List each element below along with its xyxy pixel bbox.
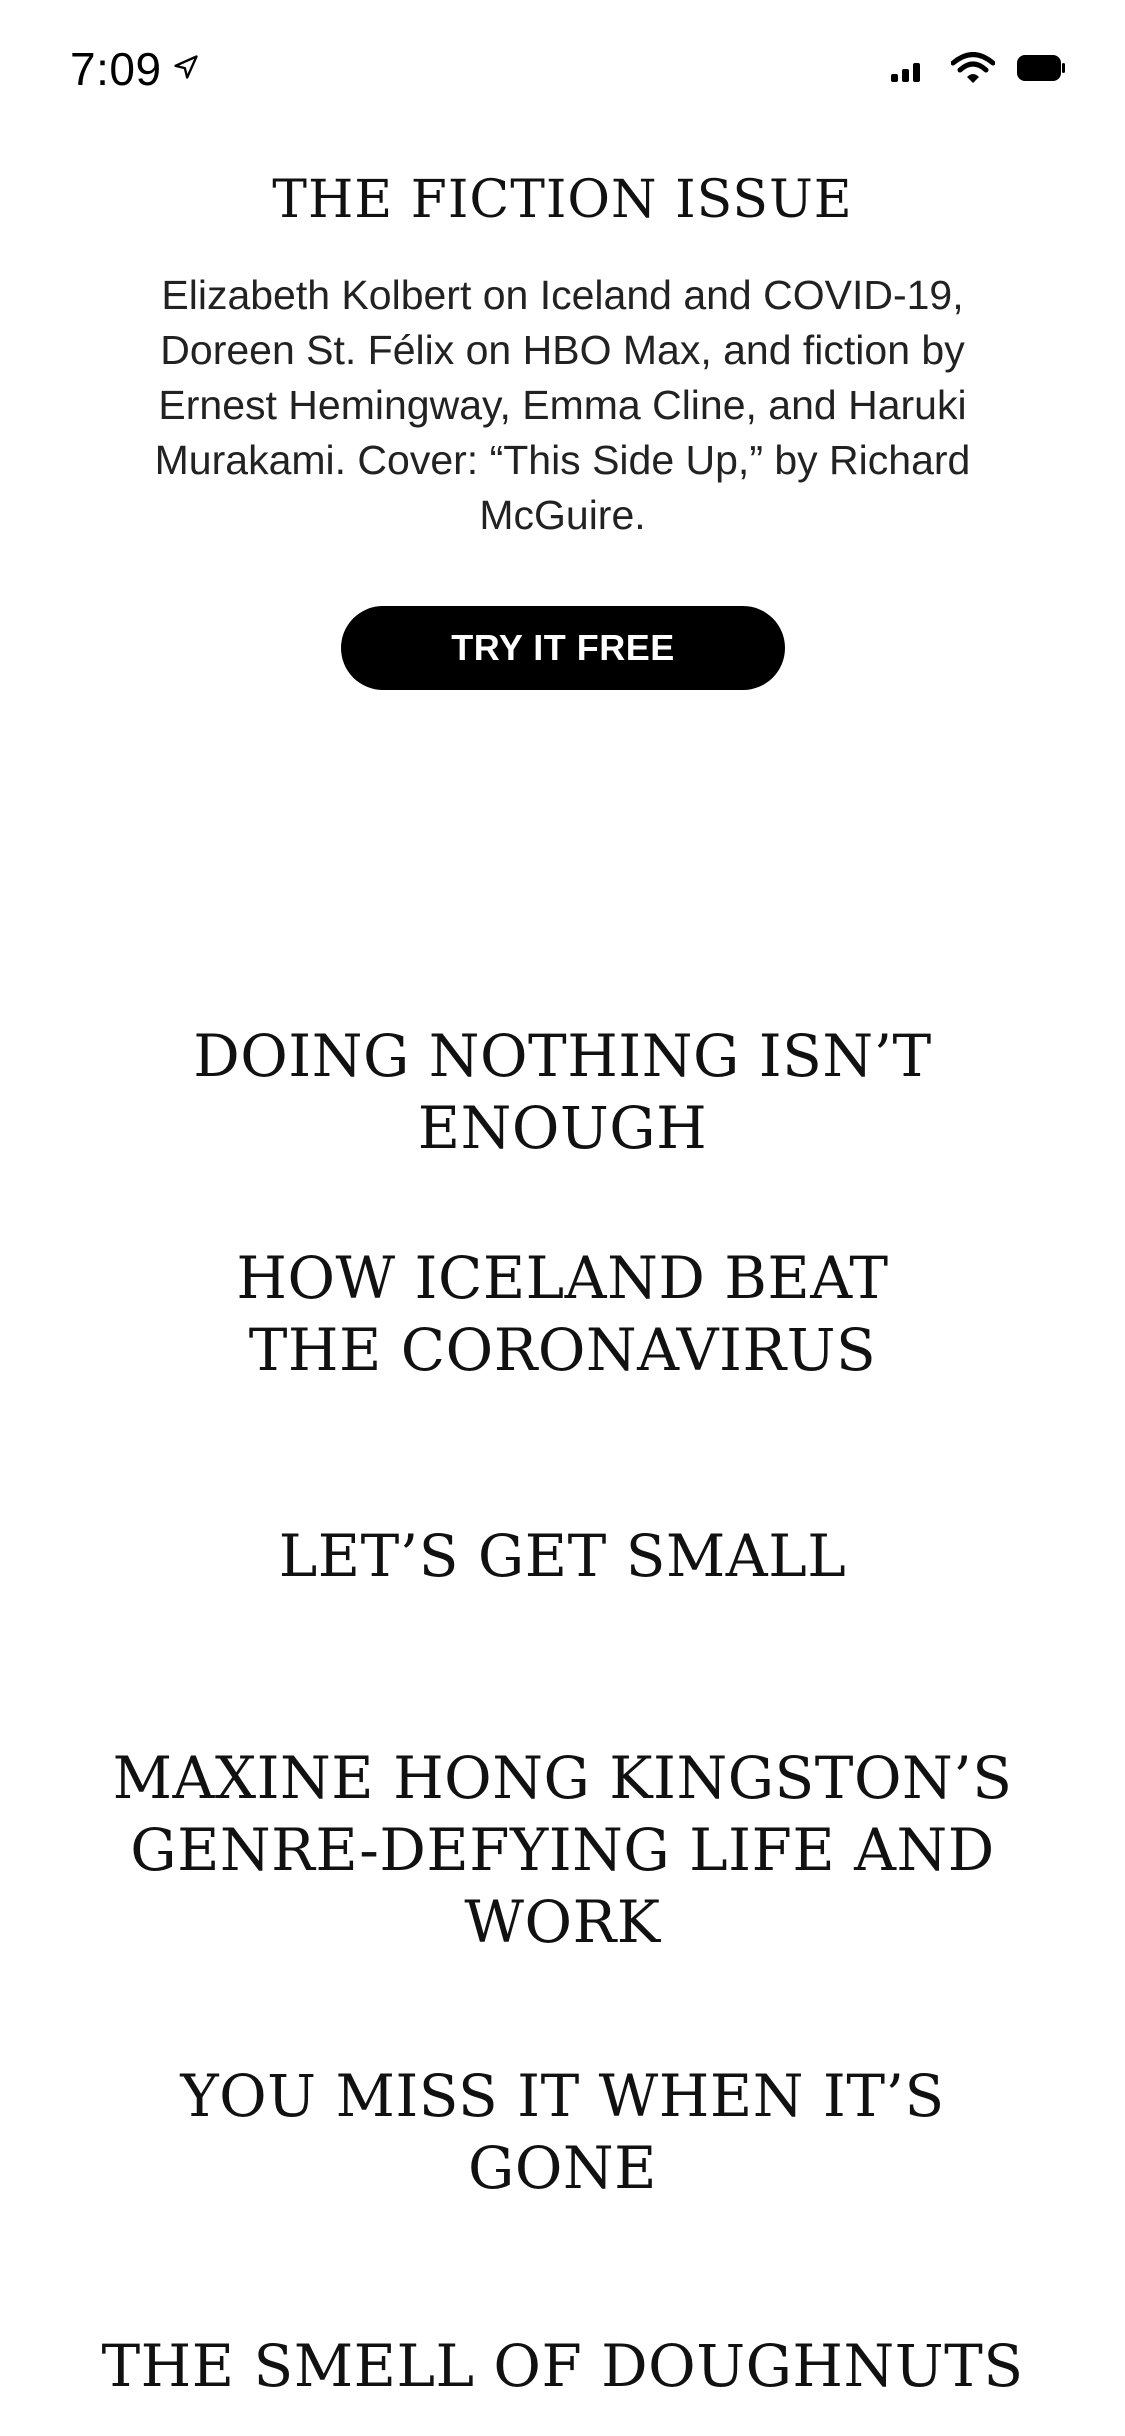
article-title-link[interactable]: HOW ICELAND BEAT THE CORONAVIRUS (180, 1242, 945, 1386)
article-title-link[interactable]: THE SMELL OF DOUGHNUTS (80, 2330, 1045, 2402)
status-time-group: 7:09 (70, 42, 200, 96)
article-title-link[interactable]: YOU MISS IT WHEN IT’S GONE (80, 2060, 1045, 2204)
location-arrow-icon (172, 53, 200, 86)
status-icons (889, 52, 1065, 84)
article-title-link[interactable]: MAXINE HONG KINGSTON’S GENRE-DEFYING LIF… (90, 1742, 1035, 1958)
battery-icon (1017, 55, 1065, 81)
status-bar: 7:09 (0, 0, 1125, 140)
article-title-link[interactable]: DOING NOTHING ISN’T ENOUGH (80, 1020, 1045, 1164)
article-title-link[interactable]: LET’S GET SMALL (80, 1520, 1045, 1592)
cellular-signal-icon (889, 54, 929, 82)
wifi-icon (951, 52, 995, 84)
status-time: 7:09 (70, 43, 162, 95)
issue-title: THE FICTION ISSUE (272, 170, 853, 230)
try-it-free-button[interactable]: TRY IT FREE (341, 606, 785, 690)
issue-description: Elizabeth Kolbert on Iceland and COVID-1… (154, 272, 971, 538)
